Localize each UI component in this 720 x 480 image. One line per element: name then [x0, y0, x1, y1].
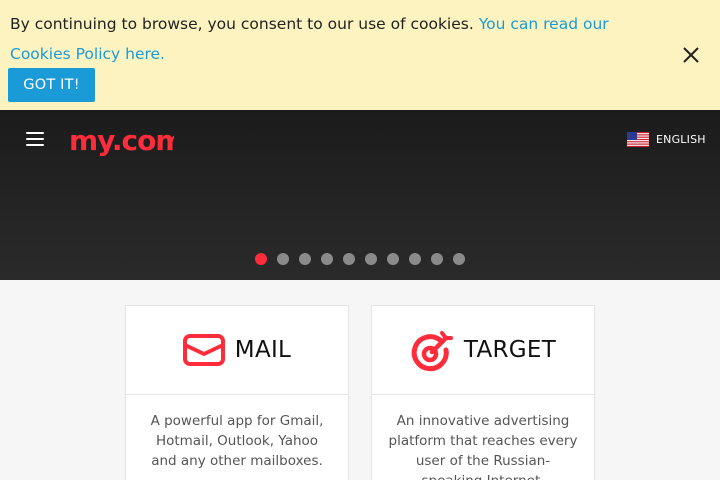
carousel-dot[interactable] — [409, 253, 421, 265]
logo-text: my.com — [69, 124, 174, 157]
target-card[interactable]: TARGET An innovative advertising platfor… — [371, 305, 595, 480]
mail-title: MAIL — [234, 337, 292, 363]
got-it-button[interactable]: GOT IT! — [8, 68, 95, 102]
target-icon — [411, 331, 453, 372]
carousel-dot[interactable] — [277, 253, 289, 265]
carousel-dot[interactable] — [299, 253, 311, 265]
cookie-text: By continuing to browse, you consent to … — [10, 15, 479, 33]
carousel-dot[interactable] — [255, 253, 267, 265]
mail-icon — [182, 334, 225, 366]
mail-card[interactable]: MAIL A powerful app for Gmail, Hotmail, … — [125, 305, 349, 480]
carousel-dot[interactable] — [343, 253, 355, 265]
cookie-message: By continuing to browse, you consent to … — [10, 9, 660, 69]
target-card-header: TARGET — [372, 306, 594, 395]
carousel-dot[interactable] — [431, 253, 443, 265]
cookie-banner: By continuing to browse, you consent to … — [0, 0, 720, 110]
carousel-dots — [255, 253, 475, 265]
mail-description: A powerful app for Gmail, Hotmail, Outlo… — [150, 413, 324, 469]
carousel-dot[interactable] — [453, 253, 465, 265]
language-label: ENGLISH — [656, 132, 706, 146]
target-description: An innovative advertising platform that … — [388, 413, 578, 480]
logo[interactable]: my.com — [68, 122, 185, 166]
language-selector[interactable]: ENGLISH — [627, 131, 706, 147]
target-title: TARGET — [463, 337, 557, 363]
hamburger-menu-icon[interactable] — [26, 131, 44, 147]
mail-card-header: MAIL — [126, 306, 348, 395]
carousel-dot[interactable] — [365, 253, 377, 265]
carousel-dot[interactable] — [321, 253, 333, 265]
close-icon[interactable] — [681, 45, 701, 65]
us-flag-icon — [627, 131, 649, 147]
hero-header: my.com ENGLISH — [0, 110, 720, 280]
carousel-dot[interactable] — [387, 253, 399, 265]
